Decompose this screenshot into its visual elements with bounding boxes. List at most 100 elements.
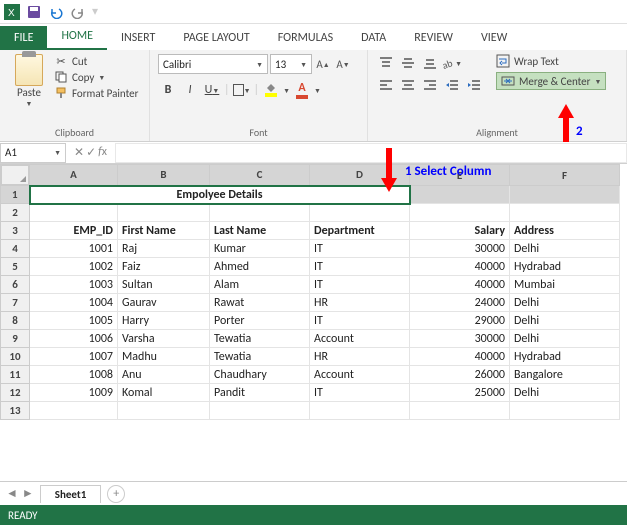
row-header-6[interactable]: 6 — [1, 276, 30, 294]
cell[interactable]: Rawat — [210, 294, 310, 312]
increase-font-icon[interactable]: A▲ — [314, 54, 332, 74]
cell[interactable]: EMP_ID — [30, 222, 118, 240]
cell[interactable]: Faiz — [118, 258, 210, 276]
cell[interactable]: Bangalore — [510, 366, 620, 384]
decrease-font-icon[interactable]: A▼ — [334, 54, 352, 74]
row-header-13[interactable]: 13 — [1, 402, 30, 420]
cell[interactable]: Address — [510, 222, 620, 240]
cell[interactable]: IT — [310, 312, 410, 330]
format-painter-button[interactable]: Format Painter — [54, 86, 138, 100]
tab-formulas[interactable]: FORMULAS — [264, 26, 347, 50]
paste-button[interactable]: Paste ▼ — [8, 54, 50, 124]
align-top-icon[interactable] — [376, 54, 396, 72]
cell[interactable]: IT — [310, 276, 410, 294]
col-header-a[interactable]: A — [30, 165, 118, 186]
cell[interactable]: Harry — [118, 312, 210, 330]
cell[interactable]: Salary — [410, 222, 510, 240]
orientation-icon[interactable]: ab▼ — [442, 54, 462, 72]
copy-button[interactable]: Copy ▼ — [54, 70, 138, 84]
cell[interactable]: Komal — [118, 384, 210, 402]
cell[interactable]: Mumbai — [510, 276, 620, 294]
cell[interactable]: Tewatia — [210, 330, 310, 348]
wrap-text-button[interactable]: Wrap Text — [496, 54, 606, 68]
col-header-b[interactable]: B — [118, 165, 210, 186]
cell[interactable] — [118, 402, 210, 420]
row-header-11[interactable]: 11 — [1, 366, 30, 384]
cell[interactable]: HR — [310, 294, 410, 312]
align-center-icon[interactable] — [398, 76, 418, 94]
sheet-nav-prev-icon[interactable]: ◄ — [6, 486, 18, 501]
cell[interactable]: Account — [310, 330, 410, 348]
underline-button[interactable]: U▼ — [202, 80, 222, 100]
cell[interactable]: Delhi — [510, 240, 620, 258]
cell[interactable] — [310, 204, 410, 222]
sheet-tab-1[interactable]: Sheet1 — [40, 485, 102, 503]
cell[interactable]: 40000 — [410, 348, 510, 366]
cell[interactable]: 1006 — [30, 330, 118, 348]
name-box[interactable]: A1▼ — [0, 143, 66, 163]
cell[interactable]: Department — [310, 222, 410, 240]
decrease-indent-icon[interactable] — [442, 76, 462, 94]
cell[interactable] — [510, 204, 620, 222]
redo-icon[interactable] — [70, 4, 86, 20]
cell[interactable]: Ahmed — [210, 258, 310, 276]
merged-title-cell[interactable]: Empolyee Details — [30, 186, 410, 204]
cell[interactable] — [310, 402, 410, 420]
qat-dropdown-icon[interactable]: ▾ — [92, 4, 98, 19]
sheet-nav-next-icon[interactable]: ► — [22, 486, 34, 501]
cell[interactable]: Alam — [210, 276, 310, 294]
cell[interactable]: 1008 — [30, 366, 118, 384]
align-bottom-icon[interactable] — [420, 54, 440, 72]
cell[interactable]: 1007 — [30, 348, 118, 366]
align-right-icon[interactable] — [420, 76, 440, 94]
save-icon[interactable] — [26, 4, 42, 20]
cell[interactable]: Kumar — [210, 240, 310, 258]
cell[interactable]: Pandit — [210, 384, 310, 402]
cell[interactable] — [210, 204, 310, 222]
cell[interactable]: Delhi — [510, 384, 620, 402]
cut-button[interactable]: ✂Cut — [54, 54, 138, 68]
cell[interactable]: Raj — [118, 240, 210, 258]
cell[interactable] — [410, 186, 510, 204]
cell[interactable]: 40000 — [410, 276, 510, 294]
cell[interactable] — [410, 204, 510, 222]
cell[interactable]: Hydrabad — [510, 258, 620, 276]
tab-data[interactable]: DATA — [347, 26, 400, 50]
col-header-d[interactable]: D — [310, 165, 410, 186]
cell[interactable] — [30, 204, 118, 222]
cell[interactable]: Last Name — [210, 222, 310, 240]
row-header-2[interactable]: 2 — [1, 204, 30, 222]
cell[interactable]: Tewatia — [210, 348, 310, 366]
tab-page-layout[interactable]: PAGE LAYOUT — [169, 26, 263, 50]
row-header-9[interactable]: 9 — [1, 330, 30, 348]
cell[interactable]: IT — [310, 240, 410, 258]
cell[interactable]: Delhi — [510, 294, 620, 312]
cell[interactable]: 1004 — [30, 294, 118, 312]
cell[interactable]: Anu — [118, 366, 210, 384]
row-header-1[interactable]: 1 — [1, 186, 30, 204]
cell[interactable]: 1005 — [30, 312, 118, 330]
cell[interactable]: 26000 — [410, 366, 510, 384]
cell[interactable]: 1009 — [30, 384, 118, 402]
cell[interactable]: Chaudhary — [210, 366, 310, 384]
align-left-icon[interactable] — [376, 76, 396, 94]
cell[interactable]: Gaurav — [118, 294, 210, 312]
cell[interactable]: 29000 — [410, 312, 510, 330]
select-all-button[interactable] — [1, 165, 29, 185]
undo-icon[interactable] — [48, 4, 64, 20]
row-header-10[interactable]: 10 — [1, 348, 30, 366]
fx-icon[interactable]: fx — [98, 145, 107, 160]
cell[interactable]: First Name — [118, 222, 210, 240]
cell[interactable]: 1002 — [30, 258, 118, 276]
cell[interactable] — [510, 402, 620, 420]
font-name-combo[interactable]: Calibri▼ — [158, 54, 268, 74]
cell[interactable]: 30000 — [410, 330, 510, 348]
cancel-icon[interactable]: ✕ — [74, 145, 84, 160]
tab-home[interactable]: HOME — [47, 24, 107, 50]
cell[interactable] — [118, 204, 210, 222]
cell[interactable]: HR — [310, 348, 410, 366]
cell[interactable]: 30000 — [410, 240, 510, 258]
row-header-12[interactable]: 12 — [1, 384, 30, 402]
formula-input[interactable] — [115, 143, 627, 163]
cell[interactable]: Sultan — [118, 276, 210, 294]
